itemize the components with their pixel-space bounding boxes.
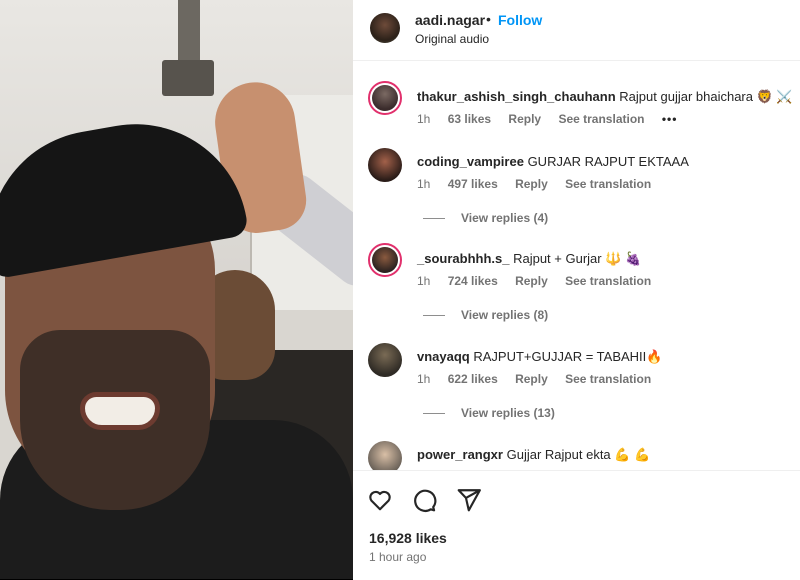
- comment-time: 1h: [417, 372, 431, 386]
- comment-text: GURJAR RAJPUT EKTAAA: [527, 154, 689, 169]
- comment-text: RAJPUT+GUJJAR = TABAHII🔥: [473, 349, 663, 364]
- comment-username[interactable]: coding_vampiree: [417, 154, 524, 169]
- comment-time: 1h: [417, 177, 431, 191]
- view-replies-label: View replies (4): [461, 211, 549, 225]
- post-footer: 16,928 likes 1 hour ago: [353, 470, 800, 580]
- replies-divider: [423, 218, 445, 220]
- comment-likes[interactable]: 724 likes: [448, 274, 498, 288]
- share-icon[interactable]: [456, 487, 482, 513]
- comment-username[interactable]: vnayaqq: [417, 349, 470, 364]
- post-header: aadi.nagar • Follow Original audio: [353, 0, 800, 61]
- comment-meta: 1h 724 likes Reply See translation: [417, 274, 665, 288]
- reply-button[interactable]: Reply: [515, 177, 548, 191]
- heart-icon[interactable]: [367, 487, 393, 513]
- view-replies-label: View replies (8): [461, 308, 549, 322]
- commenter-avatar[interactable]: [368, 81, 402, 115]
- open-mouth: [80, 392, 160, 430]
- avatar-photo: [372, 247, 398, 273]
- pipe-bracket: [162, 60, 214, 96]
- post-side-panel: aadi.nagar • Follow Original audio thaku…: [353, 0, 800, 580]
- comment-body: vnayaqq RAJPUT+GUJJAR = TABAHII🔥: [417, 349, 662, 365]
- author-avatar[interactable]: [370, 13, 400, 43]
- reply-button[interactable]: Reply: [508, 112, 541, 126]
- reply-button[interactable]: Reply: [515, 274, 548, 288]
- reply-button[interactable]: Reply: [515, 372, 548, 386]
- comment-likes[interactable]: 63 likes: [448, 112, 491, 126]
- comments-list[interactable]: thakur_ashish_singh_chauhann Rajput gujj…: [353, 61, 800, 470]
- comment-time: 1h: [417, 112, 431, 126]
- replies-divider: [423, 315, 445, 317]
- commenter-avatar[interactable]: [368, 243, 402, 277]
- commenter-avatar[interactable]: [368, 343, 402, 377]
- see-translation-link[interactable]: See translation: [565, 274, 651, 288]
- comment-body: thakur_ashish_singh_chauhann Rajput gujj…: [417, 89, 793, 105]
- see-translation-link[interactable]: See translation: [558, 112, 644, 126]
- comment-body: _sourabhhh.s_ Rajput + Gurjar 🔱 🍇: [417, 251, 641, 267]
- like-count[interactable]: 16,928 likes: [369, 530, 447, 546]
- view-replies-button[interactable]: View replies (4): [423, 211, 548, 225]
- comment-username[interactable]: _sourabhhh.s_: [417, 251, 509, 266]
- comment-likes[interactable]: 622 likes: [448, 372, 498, 386]
- comment-text: Rajput + Gurjar 🔱 🍇: [513, 251, 642, 266]
- separator-dot: •: [486, 11, 491, 27]
- follow-button[interactable]: Follow: [498, 12, 542, 28]
- comment-body: power_rangxr Gujjar Rajput ekta 💪 💪: [417, 447, 650, 463]
- comment-likes[interactable]: 497 likes: [448, 177, 498, 191]
- avatar-photo: [372, 85, 398, 111]
- more-options-icon[interactable]: •••: [662, 112, 678, 126]
- ceiling-pipe: [178, 0, 200, 60]
- comment-icon[interactable]: [411, 487, 437, 513]
- see-translation-link[interactable]: See translation: [565, 177, 651, 191]
- comment-username[interactable]: thakur_ashish_singh_chauhann: [417, 89, 616, 104]
- view-replies-button[interactable]: View replies (8): [423, 308, 548, 322]
- comment-body: coding_vampiree GURJAR RAJPUT EKTAAA: [417, 154, 689, 169]
- commenter-avatar[interactable]: [368, 441, 402, 470]
- replies-divider: [423, 413, 445, 415]
- author-username[interactable]: aadi.nagar: [415, 12, 485, 28]
- audio-label[interactable]: Original audio: [415, 32, 489, 46]
- comment-text: Rajput gujjar bhaichara 🦁 ⚔️: [619, 89, 793, 104]
- post-viewer: aadi.nagar • Follow Original audio thaku…: [0, 0, 800, 580]
- comment-meta: 1h 63 likes Reply See translation •••: [417, 112, 691, 126]
- view-replies-label: View replies (13): [461, 406, 555, 420]
- comment-meta: 1h 622 likes Reply See translation: [417, 372, 665, 386]
- comment-time: 1h: [417, 274, 431, 288]
- comment-text: Gujjar Rajput ekta 💪 💪: [506, 447, 651, 462]
- commenter-avatar[interactable]: [368, 148, 402, 182]
- view-replies-button[interactable]: View replies (13): [423, 406, 555, 420]
- post-media[interactable]: [0, 0, 353, 579]
- see-translation-link[interactable]: See translation: [565, 372, 651, 386]
- action-bar: [367, 487, 496, 515]
- comment-meta: 1h 497 likes Reply See translation: [417, 177, 665, 191]
- comment-username[interactable]: power_rangxr: [417, 447, 503, 462]
- post-timestamp[interactable]: 1 hour ago: [369, 550, 426, 564]
